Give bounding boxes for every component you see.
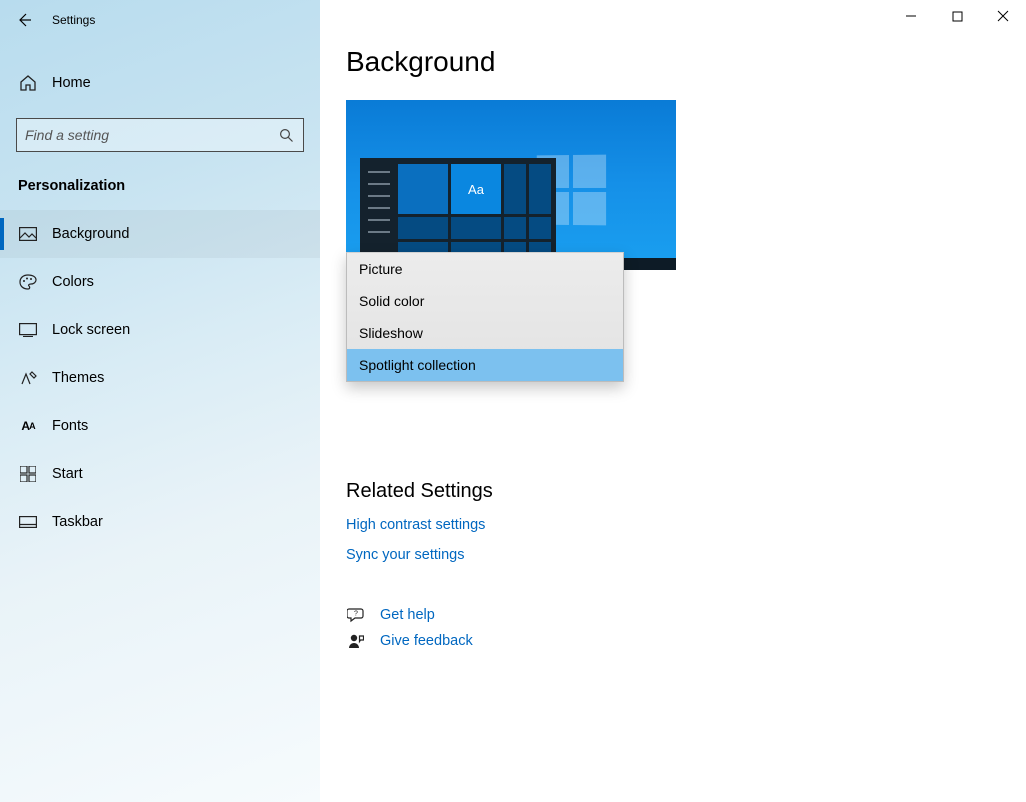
titlebar: Settings (0, 0, 320, 40)
nav-label: Themes (52, 370, 104, 386)
close-button[interactable] (980, 0, 1026, 32)
help-icon: ? (346, 607, 366, 623)
maximize-button[interactable] (934, 0, 980, 32)
home-icon (18, 74, 38, 92)
palette-icon (18, 274, 38, 290)
background-dropdown[interactable]: Picture Solid color Slideshow Spotlight … (346, 252, 624, 382)
related-settings-title: Related Settings (346, 480, 1000, 503)
themes-icon (18, 370, 38, 386)
search-input[interactable] (25, 127, 277, 143)
main-area: Background Aa Picture Solid color Slides… (320, 0, 1026, 802)
nav-item-themes[interactable]: Themes (0, 354, 320, 402)
search-box[interactable] (16, 118, 304, 152)
dropdown-option-picture[interactable]: Picture (347, 253, 623, 285)
picture-icon (18, 227, 38, 241)
sidebar: Settings Home Personalization Background… (0, 0, 320, 802)
fonts-icon: AA (18, 419, 38, 433)
nav-item-fonts[interactable]: AA Fonts (0, 402, 320, 450)
dropdown-option-spotlight[interactable]: Spotlight collection (347, 349, 623, 381)
lock-screen-icon (18, 323, 38, 337)
sidebar-nav: Background Colors Lock screen Themes AA … (0, 210, 320, 546)
nav-label: Lock screen (52, 322, 130, 338)
sidebar-home[interactable]: Home (0, 60, 320, 106)
taskbar-icon (18, 516, 38, 528)
feedback-icon (346, 633, 366, 649)
search-icon (277, 128, 295, 143)
help-row-feedback: Give feedback (346, 633, 1000, 649)
nav-label: Colors (52, 274, 94, 290)
dropdown-option-slideshow[interactable]: Slideshow (347, 317, 623, 349)
nav-label: Background (52, 226, 129, 242)
nav-item-lock-screen[interactable]: Lock screen (0, 306, 320, 354)
link-high-contrast[interactable]: High contrast settings (346, 517, 1000, 533)
link-get-help[interactable]: Get help (380, 607, 435, 623)
nav-item-background[interactable]: Background (0, 210, 320, 258)
help-section: ? Get help Give feedback (346, 607, 1000, 649)
maximize-icon (952, 11, 963, 22)
app-title: Settings (52, 13, 95, 27)
nav-item-taskbar[interactable]: Taskbar (0, 498, 320, 546)
minimize-button[interactable] (888, 0, 934, 32)
link-sync-settings[interactable]: Sync your settings (346, 547, 1000, 563)
link-give-feedback[interactable]: Give feedback (380, 633, 473, 649)
back-icon (16, 12, 32, 28)
nav-label: Taskbar (52, 514, 103, 530)
nav-label: Start (52, 466, 83, 482)
back-button[interactable] (0, 0, 48, 40)
start-icon (18, 466, 38, 482)
background-preview: Aa (346, 100, 676, 270)
preview-sample-text: Aa (451, 164, 501, 214)
svg-text:?: ? (354, 611, 358, 618)
minimize-icon (905, 10, 917, 22)
dropdown-option-solid-color[interactable]: Solid color (347, 285, 623, 317)
nav-item-colors[interactable]: Colors (0, 258, 320, 306)
nav-label: Fonts (52, 418, 88, 434)
nav-item-start[interactable]: Start (0, 450, 320, 498)
window-controls (888, 0, 1026, 32)
section-title: Personalization (18, 178, 320, 194)
help-row-get-help: ? Get help (346, 607, 1000, 623)
close-icon (997, 10, 1009, 22)
home-label: Home (52, 75, 91, 91)
page-title: Background (346, 46, 1000, 78)
